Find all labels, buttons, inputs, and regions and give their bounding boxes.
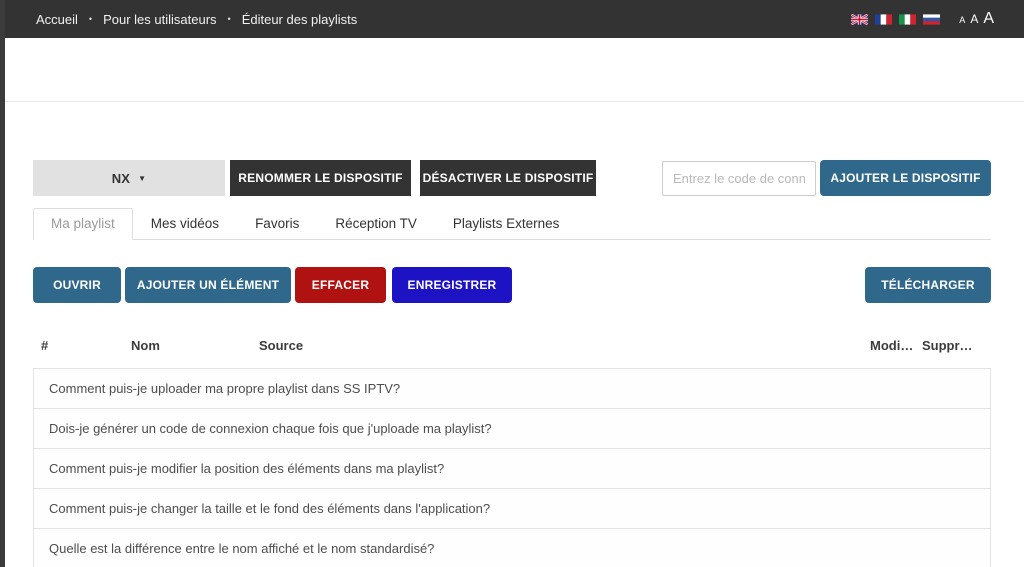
device-bar: NX ▼ RENOMMER LE DISPOSITIF DÉSACTIVER L…: [33, 160, 991, 196]
nav-separator: •: [89, 14, 92, 24]
font-size-controls: A A A: [954, 11, 994, 27]
main-content: NX ▼ RENOMMER LE DISPOSITIF DÉSACTIVER L…: [0, 160, 1024, 567]
font-size-small-button[interactable]: A: [959, 16, 965, 25]
device-select-dropdown[interactable]: NX ▼: [33, 160, 225, 196]
faq-row-upload-playlist[interactable]: Comment puis-je uploader ma propre playl…: [33, 368, 991, 409]
column-header-source: Source: [259, 338, 870, 353]
flag-france-icon[interactable]: [875, 14, 892, 25]
column-header-modify: Modi…: [870, 338, 922, 353]
font-size-medium-button[interactable]: A: [970, 13, 978, 25]
add-device-button[interactable]: AJOUTER LE DISPOSITIF: [820, 160, 991, 196]
nav-item-editeur-des-playlists[interactable]: Éditeur des playlists: [242, 12, 358, 27]
download-button[interactable]: TÉLÉCHARGER: [865, 267, 991, 303]
faq-row-item-position[interactable]: Comment puis-je modifier la position des…: [33, 448, 991, 489]
faq-row-connection-code[interactable]: Dois-je générer un code de connexion cha…: [33, 408, 991, 449]
page-header-area: [0, 38, 1024, 102]
rename-device-button[interactable]: RENOMMER LE DISPOSITIF: [230, 160, 411, 196]
faq-row-name-difference[interactable]: Quelle est la différence entre le nom af…: [33, 528, 991, 567]
tab-reception-tv[interactable]: Réception TV: [317, 208, 435, 240]
flag-italy-icon[interactable]: [899, 14, 916, 25]
clear-button[interactable]: EFFACER: [295, 267, 386, 303]
column-header-number: #: [33, 338, 131, 353]
nav-separator: •: [228, 14, 231, 24]
connection-code-input[interactable]: [662, 161, 816, 196]
tab-ma-playlist[interactable]: Ma playlist: [33, 208, 133, 240]
playlist-toolbar: OUVRIR AJOUTER UN ÉLÉMENT EFFACER ENREGI…: [33, 267, 991, 303]
device-select-label: NX: [112, 171, 130, 186]
column-header-delete: Suppr…: [922, 338, 977, 353]
flag-russia-icon[interactable]: [923, 14, 940, 25]
playlist-table-header: # Nom Source Modi… Suppr…: [33, 338, 991, 353]
tab-playlists-externes[interactable]: Playlists Externes: [435, 208, 578, 240]
navbar-menu: Accueil • Pour les utilisateurs • Éditeu…: [36, 12, 357, 27]
nav-item-pour-les-utilisateurs[interactable]: Pour les utilisateurs: [103, 12, 216, 27]
deactivate-device-button[interactable]: DÉSACTIVER LE DISPOSITIF: [420, 160, 596, 196]
faq-row-size-background[interactable]: Comment puis-je changer la taille et le …: [33, 488, 991, 529]
window-left-edge: [0, 0, 5, 567]
caret-down-icon: ▼: [138, 174, 146, 183]
tab-mes-videos[interactable]: Mes vidéos: [133, 208, 237, 240]
font-size-large-button[interactable]: A: [983, 11, 994, 27]
playlist-tabs: Ma playlist Mes vidéos Favoris Réception…: [33, 208, 991, 240]
faq-list: Comment puis-je uploader ma propre playl…: [33, 368, 991, 567]
top-navbar: Accueil • Pour les utilisateurs • Éditeu…: [0, 0, 1024, 38]
open-button[interactable]: OUVRIR: [33, 267, 121, 303]
navbar-controls: A A A: [844, 11, 994, 27]
column-header-name: Nom: [131, 338, 259, 353]
flag-uk-icon[interactable]: [851, 14, 868, 25]
add-item-button[interactable]: AJOUTER UN ÉLÉMENT: [125, 267, 291, 303]
tab-favoris[interactable]: Favoris: [237, 208, 317, 240]
nav-item-accueil[interactable]: Accueil: [36, 12, 78, 27]
save-button[interactable]: ENREGISTRER: [392, 267, 512, 303]
